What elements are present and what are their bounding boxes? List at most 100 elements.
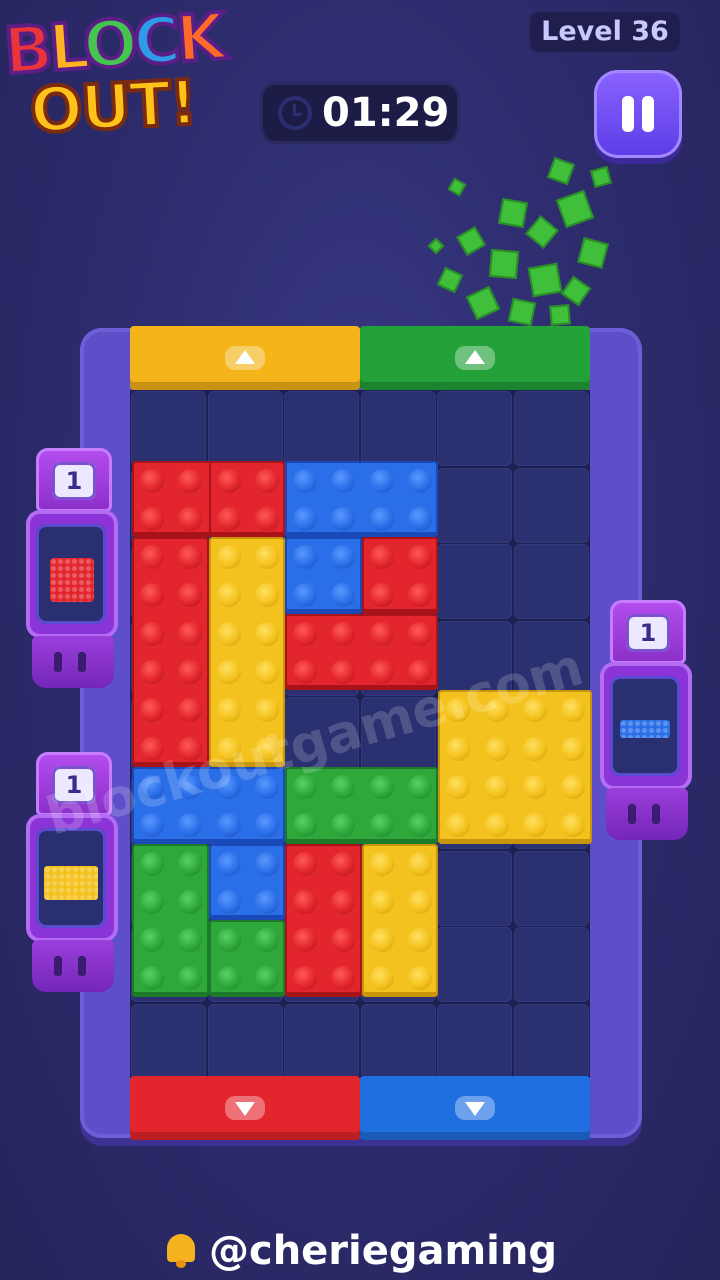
green-exit-gate [360,326,590,390]
timer: 01:29 [260,82,460,144]
game-logo: BLOCK OUT! [0,0,270,150]
block-stud [408,851,433,876]
green-block-splash [420,150,620,330]
block-stud [331,468,356,493]
clock-icon [278,96,312,130]
block-dispenser-left-top: 1 [26,448,126,696]
block-stud [293,928,318,953]
block-stud [140,966,164,991]
block-stud [293,468,318,493]
block-stud [408,545,433,570]
block-stud [561,774,586,799]
block-stud [140,545,164,570]
block-stud [293,851,318,876]
red-block-2[interactable] [361,537,439,614]
block-stud [254,966,279,991]
block-stud [178,851,203,876]
block-stud [254,621,279,646]
block-stud [178,660,203,685]
block-stud [216,966,241,991]
red-block-1-top[interactable] [208,460,286,538]
block-stud [178,889,203,914]
block-stud [408,775,433,799]
block-stud [254,583,279,608]
block-stud [254,928,279,953]
block-stud [522,813,547,838]
blue-block-1[interactable] [285,460,439,538]
green-block-2[interactable] [208,920,286,997]
handle-text: @cheriegaming [208,1228,557,1274]
block-stud [369,621,394,646]
block-stud [254,698,279,723]
up-arrow-icon [455,346,495,370]
block-stud [216,468,241,493]
pause-button[interactable] [594,70,682,158]
block-stud [140,928,164,953]
block-stud [293,966,318,991]
block-stud [140,468,164,493]
bell-icon [163,1230,199,1268]
block-stud [254,468,279,493]
block-stud [369,775,394,799]
block-stud [216,698,241,723]
logo-out-text: OUT! [26,64,199,150]
red-block-2[interactable] [285,613,439,691]
pause-icon [622,96,634,132]
red-block-preview [50,558,94,602]
down-arrow-icon [225,1096,265,1120]
block-stud [178,928,203,953]
dispenser-screen [610,676,680,776]
green-block-1[interactable] [285,767,439,844]
timer-value: 01:29 [322,90,450,136]
block-stud [178,966,203,991]
dispenser-count: 1 [626,614,670,652]
down-arrow-icon [455,1096,495,1120]
level-indicator: Level 36 [528,10,682,54]
block-stud [331,813,356,838]
block-stud [140,851,164,876]
blue-exit-gate [360,1076,590,1140]
dispenser-screen [36,524,106,624]
block-stud [369,851,394,876]
red-exit-gate [130,1076,360,1140]
block-stud [408,506,433,531]
up-arrow-icon [225,346,265,370]
blue-block-1[interactable] [285,537,362,614]
block-stud [254,506,279,531]
blue-block-2[interactable] [208,843,286,921]
block-stud [369,468,394,493]
yellow-exit-gate [130,326,360,390]
block-stud [178,506,203,531]
block-stud [293,545,318,570]
red-block-3[interactable] [285,843,362,997]
red-block-1[interactable] [132,537,209,767]
block-stud [216,889,241,914]
green-block-2[interactable] [132,843,209,997]
block-stud [178,545,203,570]
block-stud [178,583,203,608]
block-stud [561,736,586,761]
block-stud [254,851,279,876]
block-stud [293,813,318,838]
block-stud [408,468,433,493]
block-stud [293,889,318,914]
block-stud [369,889,394,914]
block-stud [408,889,433,914]
block-stud [254,545,279,570]
block-stud [522,736,547,761]
block-stud [178,621,203,646]
yellow-block-3[interactable] [361,843,439,997]
block-stud [369,813,394,838]
block-stud [369,545,394,570]
block-stud [178,468,203,493]
block-stud [140,583,164,608]
block-stud [254,889,279,914]
block-stud [331,851,356,876]
block-stud [216,545,241,570]
block-stud [293,660,318,685]
block-stud [331,506,356,531]
block-stud [408,928,433,953]
block-stud [140,506,164,531]
block-stud [484,736,509,761]
block-stud [331,583,356,608]
